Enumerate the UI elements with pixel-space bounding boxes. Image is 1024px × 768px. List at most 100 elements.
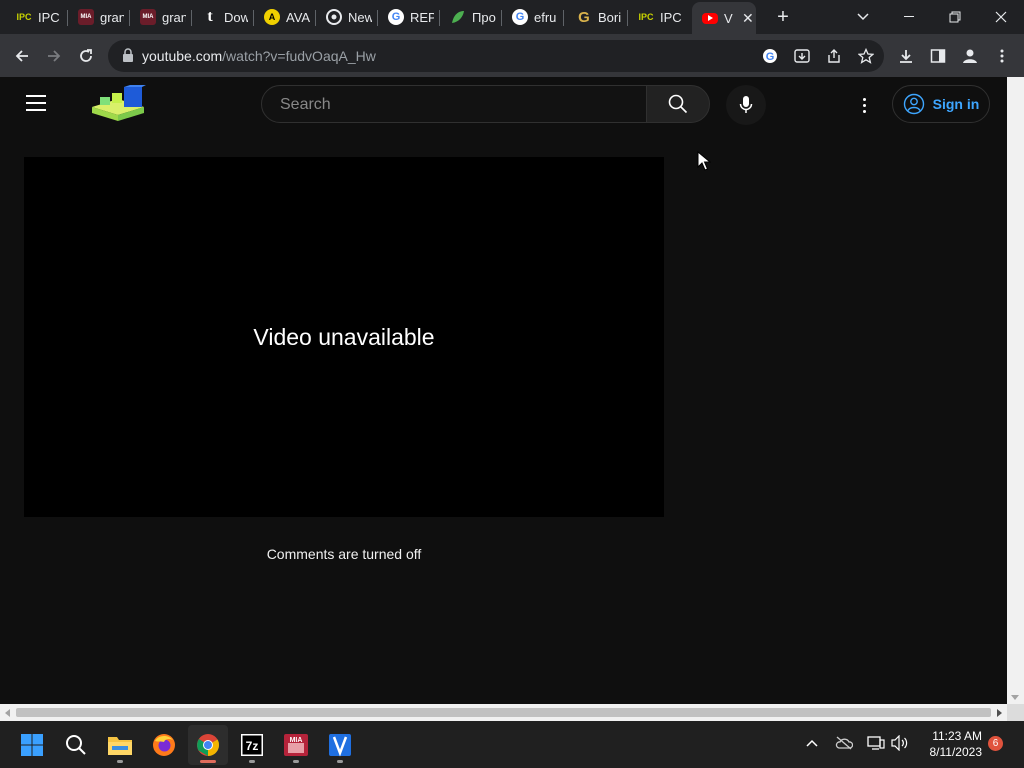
browser-tab[interactable]: MIA gran — [68, 4, 130, 30]
system-clock[interactable]: 11:23 AM 8/11/2023 — [920, 728, 983, 760]
taskbar-mia-app[interactable]: MIA — [276, 725, 316, 765]
search-input[interactable] — [278, 94, 632, 116]
search-icon — [66, 735, 86, 755]
taskbar: 7z MIA 11:23 AM 8/11/2023 6 — [0, 721, 1024, 768]
close-window-button[interactable] — [978, 0, 1024, 34]
tab-title: IPC — [660, 9, 682, 25]
windows-logo-icon — [21, 734, 43, 756]
browser-tab-active[interactable]: V ✕ — [692, 2, 756, 34]
scroll-right-arrow-icon[interactable] — [997, 709, 1002, 717]
browser-tab[interactable]: Про — [440, 4, 502, 30]
taskbar-chrome[interactable] — [188, 725, 228, 765]
video-editor-icon — [329, 734, 351, 757]
arrow-left-icon — [15, 50, 28, 62]
youtube-logo[interactable] — [90, 85, 146, 121]
address-bar[interactable]: youtube.com/watch?v=fudvOaqA_Hw G — [108, 40, 884, 72]
share-icon[interactable] — [824, 46, 844, 66]
search-icon — [668, 94, 688, 114]
tab-title: efru — [534, 9, 557, 25]
comments-disabled-message: Comments are turned off — [266, 546, 422, 562]
scroll-down-arrow-icon[interactable] — [1011, 695, 1019, 700]
tab-title: Про — [472, 9, 496, 25]
download-icon — [900, 50, 912, 63]
browser-tab[interactable]: G Bori — [566, 4, 628, 30]
notification-badge[interactable]: 6 — [988, 736, 1003, 751]
sign-in-button[interactable]: Sign in — [892, 85, 990, 123]
svg-text:G: G — [766, 51, 775, 63]
ipc-games-icon: IPC — [16, 12, 32, 22]
arrow-right-icon — [48, 50, 61, 62]
onedrive-icon[interactable] — [834, 733, 854, 753]
chevron-up-icon — [806, 739, 818, 747]
settings-menu-button[interactable] — [852, 93, 876, 117]
tab-title: V — [724, 10, 733, 26]
taskbar-search-button[interactable] — [56, 725, 96, 765]
search-button[interactable] — [646, 85, 710, 123]
youtube-header: Sign in — [0, 77, 1007, 133]
tab-title: IPC G — [38, 9, 62, 25]
network-icon[interactable] — [866, 733, 886, 753]
tab-title: REP — [410, 9, 434, 25]
vertical-scrollbar[interactable] — [1007, 77, 1024, 704]
url-text: youtube.com/watch?v=fudvOaqA_Hw — [142, 48, 376, 64]
forward-button[interactable] — [40, 42, 68, 70]
google-icon: G — [388, 9, 404, 25]
browser-toolbar: youtube.com/watch?v=fudvOaqA_Hw G — [0, 34, 1024, 77]
reload-icon — [80, 49, 92, 62]
google-lens-icon[interactable]: G — [760, 46, 780, 66]
scrollbar-thumb[interactable] — [16, 708, 991, 717]
tab-title: AVA — [286, 9, 310, 25]
browser-tab[interactable]: New — [316, 4, 378, 30]
profile-button[interactable] — [956, 42, 984, 70]
reload-button[interactable] — [72, 42, 100, 70]
restore-button[interactable] — [932, 0, 978, 34]
taskbar-editor-app[interactable] — [320, 725, 360, 765]
tab-title: New — [348, 9, 372, 25]
browser-tab[interactable]: t Dow — [192, 4, 254, 30]
mia-icon: MIA — [78, 9, 94, 25]
taskbar-7zip[interactable]: 7z — [232, 725, 272, 765]
scroll-left-arrow-icon[interactable] — [5, 709, 10, 717]
side-panel-icon — [930, 49, 946, 63]
clock-time: 11:23 AM — [932, 729, 982, 743]
tumblr-icon: t — [207, 8, 213, 25]
svg-text:MIA: MIA — [290, 737, 303, 744]
chrome-icon — [326, 9, 342, 25]
menu-button[interactable] — [26, 95, 46, 111]
bookmark-star-icon[interactable] — [856, 46, 876, 66]
back-button[interactable] — [8, 42, 36, 70]
browser-tab[interactable]: A AVA — [254, 4, 316, 30]
volume-icon[interactable] — [890, 733, 910, 753]
show-hidden-icons-button[interactable] — [802, 733, 822, 753]
7zip-icon: 7z — [241, 734, 263, 756]
close-tab-icon[interactable]: ✕ — [742, 10, 754, 27]
browser-tab[interactable]: MIA gran — [130, 4, 192, 30]
minimize-button[interactable] — [886, 0, 932, 34]
url-path: /watch?v=fudvOaqA_Hw — [222, 48, 376, 64]
close-icon — [995, 11, 1007, 23]
video-player[interactable]: Video unavailable — [24, 157, 664, 517]
browser-tab[interactable]: IPC IPC G — [6, 4, 68, 30]
downloads-button[interactable] — [892, 42, 920, 70]
youtube-icon — [702, 12, 718, 24]
browser-tab[interactable]: G efru — [502, 4, 564, 30]
tab-search-button[interactable] — [840, 0, 886, 34]
clock-date: 8/11/2023 — [929, 745, 983, 759]
side-panel-button[interactable] — [924, 42, 952, 70]
taskbar-firefox[interactable] — [144, 725, 184, 765]
start-button[interactable] — [12, 725, 52, 765]
browser-tab[interactable]: IPC IPC — [628, 4, 690, 30]
browser-tab[interactable]: G REP — [378, 4, 440, 30]
new-tab-button[interactable]: + — [760, 0, 806, 34]
voice-search-button[interactable] — [726, 85, 766, 125]
account-icon — [903, 93, 924, 115]
horizontal-scrollbar[interactable] — [0, 704, 1007, 721]
taskbar-file-explorer[interactable] — [100, 725, 140, 765]
mouse-cursor-icon — [697, 151, 711, 171]
sign-in-label: Sign in — [932, 96, 980, 112]
url-host: youtube.com — [142, 48, 223, 64]
tab-title: Bori — [598, 9, 622, 25]
install-app-icon[interactable] — [792, 46, 812, 66]
browser-menu-button[interactable] — [988, 42, 1016, 70]
lock-icon — [123, 48, 133, 62]
